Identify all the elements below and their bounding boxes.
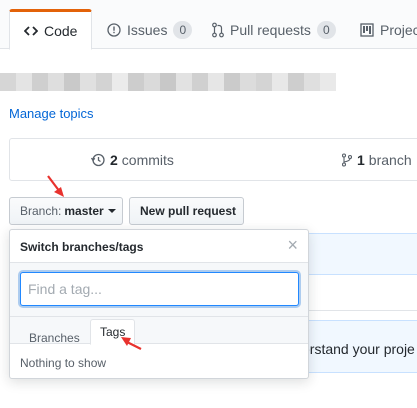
branch-select-button[interactable]: Branch: master: [9, 197, 123, 225]
tab-projects-label: Projec: [380, 22, 417, 38]
commits-stat[interactable]: 2 commits: [91, 152, 174, 168]
tab-issues[interactable]: Issues 0: [107, 10, 193, 50]
tab-code-label: Code: [44, 22, 78, 39]
branch-tag-dropdown: Switch branches/tags × Branches Tags Not…: [9, 229, 309, 379]
branches-label: branch: [368, 152, 412, 168]
branch-button-value: master: [64, 204, 104, 218]
branches-stat[interactable]: 1 branch: [342, 152, 412, 168]
tab-pull-requests[interactable]: Pull requests 0: [212, 10, 336, 50]
file-list-row: [303, 275, 417, 311]
issues-counter: 0: [173, 21, 193, 39]
dropdown-title: Switch branches/tags: [20, 240, 144, 254]
readme-prompt-banner: erstand your proje: [303, 320, 417, 373]
code-icon: [24, 24, 38, 38]
commit-tease-row: [303, 233, 417, 275]
tab-issues-label: Issues: [127, 22, 168, 38]
caret-down-icon: [107, 209, 116, 213]
dropdown-tabs: Branches Tags: [10, 317, 308, 345]
project-icon: [360, 23, 374, 37]
annotation-arrow-icon: [121, 337, 142, 350]
git-pull-request-icon: [212, 22, 224, 38]
branches-count: 1: [357, 152, 365, 168]
empty-state-text: Nothing to show: [20, 356, 107, 370]
commits-count: 2: [110, 152, 118, 168]
new-pull-request-button[interactable]: New pull request: [129, 197, 244, 225]
close-icon[interactable]: ×: [287, 236, 298, 254]
pull-requests-counter: 0: [316, 21, 336, 39]
issue-opened-icon: [107, 23, 121, 37]
tab-projects[interactable]: Projec: [360, 10, 417, 50]
readme-prompt-text: erstand your proje: [303, 341, 415, 357]
repo-stats-bar: 2 commits 1 branch: [9, 138, 417, 181]
repo-nav: Code Issues 0 Pull requests 0 Projec: [0, 0, 417, 50]
annotation-arrow-icon: [47, 175, 64, 197]
find-tag-input[interactable]: [20, 272, 299, 306]
git-branch-icon: [342, 153, 352, 167]
commits-label: commits: [121, 152, 174, 168]
dropdown-filter-area: [10, 263, 308, 317]
branch-button-prefix: Branch:: [20, 204, 62, 218]
tab-pull-requests-label: Pull requests: [230, 22, 311, 38]
repo-description-blurred: [0, 73, 336, 91]
manage-topics-link[interactable]: Manage topics: [9, 106, 94, 121]
tab-code[interactable]: Code: [9, 9, 93, 50]
tab-branches[interactable]: Branches: [20, 325, 89, 351]
history-icon: [91, 153, 105, 167]
dropdown-header: Switch branches/tags ×: [10, 230, 308, 263]
